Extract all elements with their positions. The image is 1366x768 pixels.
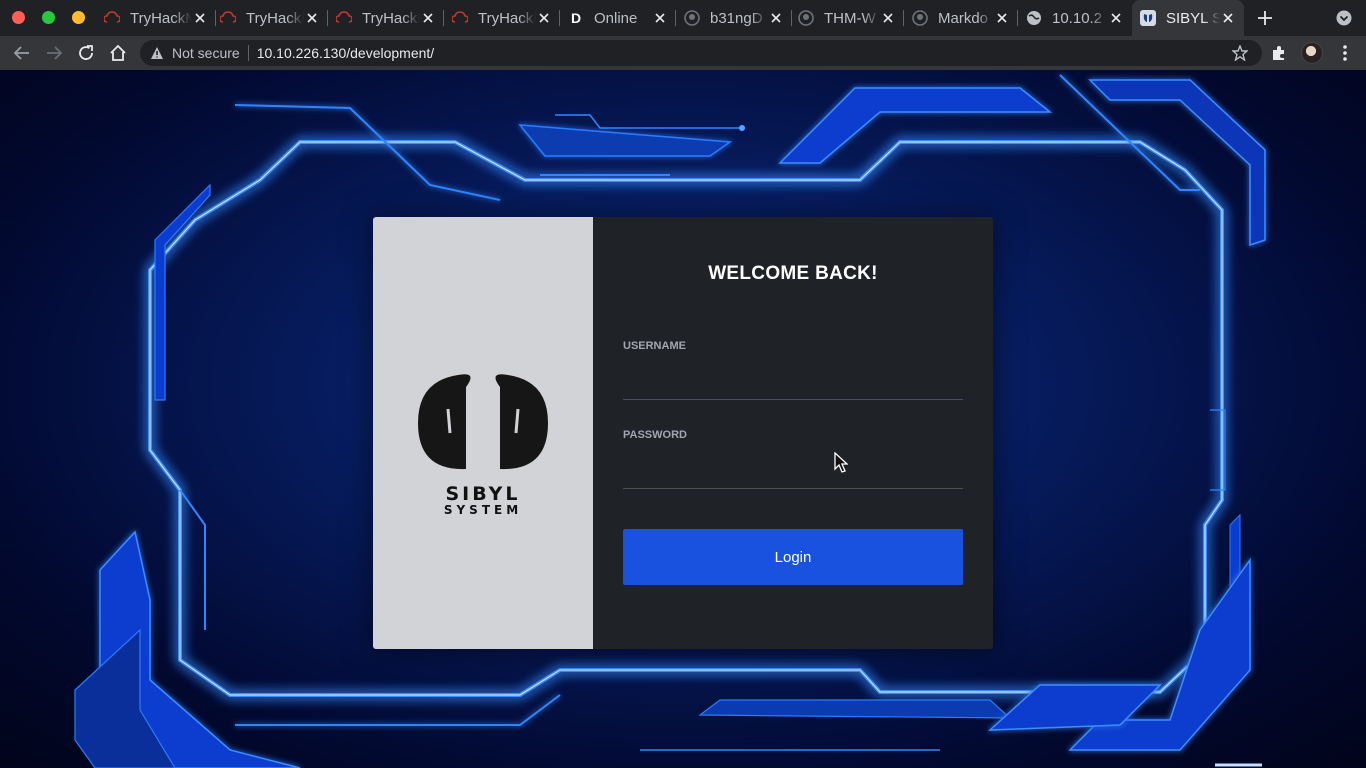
warning-icon[interactable] xyxy=(150,46,164,60)
close-icon[interactable] xyxy=(994,10,1010,26)
sibyl-icon xyxy=(1140,10,1156,26)
tab-title: TryHackMe xyxy=(362,9,420,27)
github-icon xyxy=(912,10,928,26)
window-close-button[interactable] xyxy=(12,11,25,24)
d-letter-icon: D xyxy=(570,10,582,26)
logo-subtitle: SYSTEM xyxy=(443,503,523,517)
menu-kebab-icon[interactable] xyxy=(1337,44,1353,62)
sibyl-logo-icon xyxy=(418,374,548,470)
close-icon[interactable] xyxy=(304,10,320,26)
browser-tab[interactable]: TryHackMe xyxy=(104,0,216,36)
password-label: PASSWORD xyxy=(623,429,687,441)
new-tab-icon[interactable] xyxy=(1256,9,1274,27)
tryhackme-icon xyxy=(104,10,120,26)
close-icon[interactable] xyxy=(1220,10,1236,26)
reload-icon[interactable] xyxy=(77,44,95,62)
close-icon[interactable] xyxy=(652,10,668,26)
browser-toolbar: Not secure 10.10.226.130/development/ xyxy=(0,36,1366,70)
tab-title: Markdo xyxy=(938,9,989,27)
login-form-panel: WELCOME BACK! USERNAME PASSWORD Login xyxy=(593,217,993,649)
browser-tab[interactable]: TryHackMe xyxy=(452,0,560,36)
tab-strip: TryHackMe TryHackMe TryHackMe TryHackMe … xyxy=(0,0,1366,36)
page-viewport: SIBYL SYSTEM WELCOME BACK! USERNAME PASS… xyxy=(0,70,1366,768)
browser-tab[interactable]: TryHackMe xyxy=(220,0,328,36)
login-card: SIBYL SYSTEM WELCOME BACK! USERNAME PASS… xyxy=(373,217,993,649)
tab-title: b31ngD xyxy=(710,9,763,27)
login-button[interactable]: Login xyxy=(623,529,963,585)
password-input[interactable] xyxy=(623,459,963,489)
close-icon[interactable] xyxy=(768,10,784,26)
close-icon[interactable] xyxy=(1108,10,1124,26)
tab-title: THM-W xyxy=(824,9,876,27)
tab-title: TryHackMe xyxy=(478,9,536,27)
browser-tab[interactable]: b31ngD xyxy=(684,0,792,36)
tab-title: 10.10.2 xyxy=(1052,9,1103,27)
bookmark-star-icon[interactable] xyxy=(1231,44,1249,62)
security-label: Not secure xyxy=(172,45,240,61)
tab-title: SIBYL S xyxy=(1166,9,1220,27)
close-icon[interactable] xyxy=(420,10,436,26)
github-icon xyxy=(684,10,700,26)
back-arrow-icon[interactable] xyxy=(13,44,31,62)
mouse-cursor-icon xyxy=(834,452,848,473)
logo-panel: SIBYL SYSTEM xyxy=(373,217,593,649)
tab-search-icon[interactable] xyxy=(1336,10,1352,26)
welcome-heading: WELCOME BACK! xyxy=(708,263,878,284)
home-icon[interactable] xyxy=(109,44,127,62)
logo-wordmark: SIBYL xyxy=(445,483,521,505)
forward-arrow-icon[interactable] xyxy=(45,44,63,62)
window-maximize-button[interactable] xyxy=(42,11,55,24)
browser-tab-active[interactable]: SIBYL S xyxy=(1132,0,1244,36)
tryhackme-icon xyxy=(336,10,352,26)
globe-icon xyxy=(1026,10,1042,26)
tab-title: TryHackMe xyxy=(130,9,192,27)
close-icon[interactable] xyxy=(192,10,208,26)
tab-title: Online xyxy=(594,9,638,27)
browser-tab[interactable]: D Online xyxy=(568,0,676,36)
address-bar[interactable]: Not secure 10.10.226.130/development/ xyxy=(140,40,1262,66)
tryhackme-icon xyxy=(452,10,468,26)
username-label: USERNAME xyxy=(623,340,686,352)
extensions-puzzle-icon[interactable] xyxy=(1271,45,1287,61)
tab-title: TryHackMe xyxy=(246,9,304,27)
github-icon xyxy=(798,10,814,26)
browser-tab[interactable]: 10.10.2 xyxy=(1026,0,1132,36)
close-icon[interactable] xyxy=(880,10,896,26)
browser-tab[interactable]: TryHackMe xyxy=(336,0,444,36)
profile-avatar[interactable] xyxy=(1301,42,1323,64)
window-minimize-button[interactable] xyxy=(72,11,85,24)
browser-tab[interactable]: THM-W xyxy=(798,0,904,36)
browser-tab[interactable]: Markdo xyxy=(912,0,1018,36)
username-input[interactable] xyxy=(623,370,963,400)
close-icon[interactable] xyxy=(536,10,552,26)
tryhackme-icon xyxy=(220,10,236,26)
url-text[interactable]: 10.10.226.130/development/ xyxy=(257,45,434,61)
